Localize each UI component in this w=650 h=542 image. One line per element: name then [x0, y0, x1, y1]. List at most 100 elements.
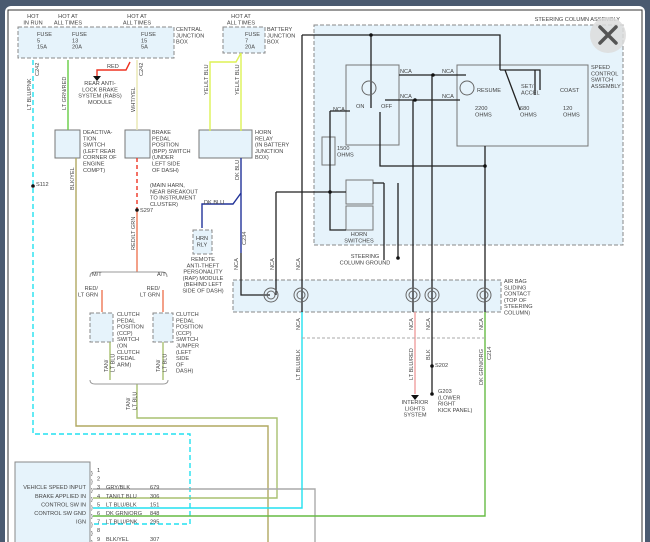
horn-switch-2 — [345, 205, 374, 231]
label-line: RED/ — [147, 286, 161, 292]
label-line: CONTACT — [504, 292, 531, 298]
label-line: LT GRN — [140, 292, 160, 298]
label-line: 2200 — [475, 106, 487, 112]
wire-label-yel-lt-blu: YEL/LT BLU — [204, 64, 210, 95]
label-on: ON — [356, 104, 364, 110]
label-line: BOX — [267, 40, 279, 46]
wire-label-lt-blu-pnk: LT BLU/PNK — [27, 78, 33, 110]
label-hot-at-all-times: HOT AT ALL TIMES — [123, 14, 152, 26]
label-line: (IN BATTERY — [255, 143, 290, 149]
label-line: 680 — [520, 106, 529, 112]
label-line: DASH) — [176, 369, 194, 375]
label-line: SLIDING — [504, 285, 526, 291]
label-line: RELAY — [255, 136, 273, 142]
pin-connector-symbol: } — [91, 497, 93, 503]
label-off: OFF — [381, 104, 393, 110]
label-line: LT BLU — [132, 392, 138, 410]
pin-wire-color: DK GRN/ORG — [106, 511, 142, 517]
label-line: COLUMN) — [504, 311, 530, 317]
label-battery-junction-box: BATTERY JUNCTION BOX — [267, 27, 295, 46]
label-line: LT BLU — [162, 354, 168, 372]
ccp-switch — [89, 312, 114, 343]
pin-circuit-number: 679 — [150, 485, 159, 491]
label-line: (ON — [117, 344, 127, 350]
pin-connector-symbol: } — [91, 471, 93, 477]
label-line: BOX — [176, 40, 188, 46]
wire-label-yel-lt-blu: YEL/LT BLU — [235, 64, 241, 95]
label-horn-relay: HORN RELAY (IN BATTERY JUNCTION BOX) — [255, 130, 290, 161]
label-line: IN RUN — [23, 20, 42, 26]
label-line: BOX) — [255, 155, 269, 161]
label-line: PERSONALITY — [183, 270, 222, 276]
label-line: REAR ANTI- — [84, 81, 116, 87]
label-line: OF DASH) — [152, 168, 179, 174]
label-line: AIR BAG — [504, 279, 527, 285]
pin-connector-symbol: } — [91, 480, 93, 486]
label-hrn-rly: HRN RLY — [196, 236, 208, 248]
label-line: PEDAL — [117, 356, 135, 362]
pin-number: 2 — [97, 477, 100, 483]
pin-wire-color: GRY/BLK — [106, 485, 130, 491]
label-deactivation-switch: DEACTIVA-TION SWITCH (LEFT REAR CORNER OF EN… — [83, 130, 117, 174]
label-line: OHMS — [337, 152, 354, 158]
pin-connector-symbol: } — [91, 488, 93, 494]
pin-circuit-number: 307 — [150, 537, 159, 542]
pin-function-label: IGN — [76, 520, 86, 526]
connector-label: C234 — [242, 232, 248, 245]
label-line: OHMS — [520, 112, 537, 118]
label-line: HORN — [351, 232, 367, 238]
connector-label: C214 — [487, 347, 493, 360]
label-hot-at-all-times: HOT AT ALL TIMES — [54, 14, 83, 26]
air-bag-sliding-contact — [232, 279, 502, 313]
label-line: 20A — [72, 45, 82, 51]
label-line: KICK PANEL) — [438, 408, 473, 414]
label-line: HOT AT — [127, 14, 147, 20]
wire-label-red: RED — [107, 64, 119, 70]
label-line: ALL TIMES — [54, 20, 83, 26]
label-line: STEERING — [504, 304, 533, 310]
label-line: BRAKE — [152, 130, 171, 136]
label-line: SYSTEM — [403, 413, 426, 419]
label-nca: NCA — [479, 318, 485, 330]
label-line: 120 — [563, 106, 572, 112]
wire-label-lt-grn-red: LT GRN/RED — [62, 77, 68, 110]
label-line: ASSEMBLY — [591, 84, 621, 90]
label-line: 5 — [37, 38, 40, 44]
label-line: (UNDER — [152, 155, 174, 161]
label-line: 20A — [245, 45, 255, 51]
label-line: ACCEL — [521, 90, 540, 96]
wire-label-tan-lt-blu: TAN/LT BLU — [156, 354, 168, 372]
label-line: 5A — [141, 45, 148, 51]
label-line: LOCK BRAKE — [82, 87, 118, 93]
label-line: NEAR BREAKOUT — [150, 189, 198, 195]
label-line: SWITCHES — [344, 238, 374, 244]
pin-function-label: CONTROL SW GND — [34, 511, 86, 517]
label-line: HOT AT — [231, 14, 251, 20]
label-line: 15A — [37, 45, 47, 51]
label-line: 15 — [141, 38, 147, 44]
pin-connector-symbol: } — [91, 505, 93, 511]
label-line: HRN — [196, 236, 208, 242]
label-line: 7 — [245, 38, 248, 44]
label-line: (CCP) — [176, 331, 192, 337]
wire-label-tan-lt-blu: TAN/LT BLU — [104, 354, 116, 372]
label-at: A/T — [157, 272, 166, 278]
label-line: JUNCTION — [267, 33, 295, 39]
wire-label-dk-blu: DK BLU — [204, 200, 224, 206]
label-coast: COAST — [560, 88, 580, 94]
label-line: SPEED — [591, 65, 610, 71]
pin-circuit-number: 151 — [150, 502, 159, 508]
pin-number: 4 — [97, 494, 100, 500]
label-line: (TOP OF — [504, 298, 527, 304]
pin-connector-symbol: } — [91, 531, 93, 537]
pin-number: 3 — [97, 485, 100, 491]
wire-label-lt-blu-red: LT BLU/RED — [409, 348, 415, 380]
label-line: TAN/ — [126, 397, 132, 410]
label-rabs-module: REAR ANTI-LOCK BRAKE SYSTEM (RABS) MODULE — [78, 81, 122, 106]
wire-label-dk-grn-org: DK GRN/ORG — [479, 349, 485, 385]
label-steering-column-ground: STEERING COLUMN GROUND — [340, 254, 391, 266]
label-line: CLUTCH — [117, 312, 140, 318]
label-line: PEDAL — [117, 318, 135, 324]
close-button[interactable] — [590, 17, 626, 53]
label-line: 13 — [72, 38, 78, 44]
